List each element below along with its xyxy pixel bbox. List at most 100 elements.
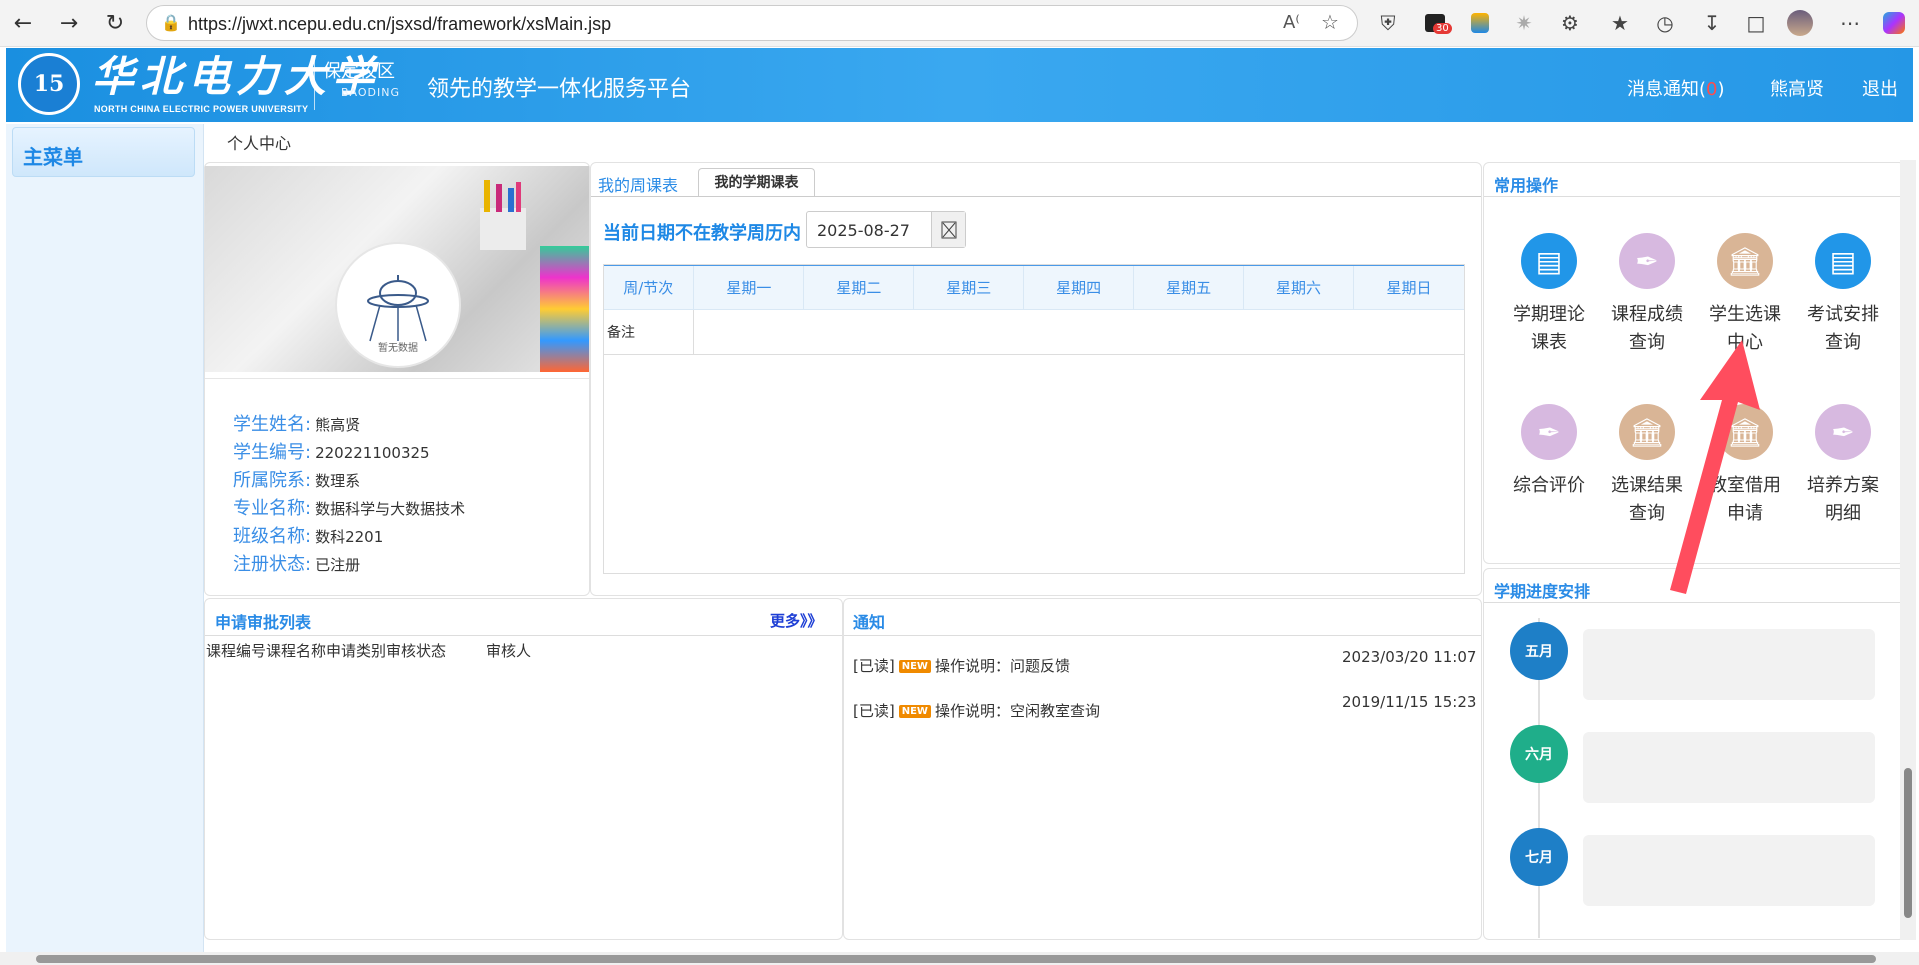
calendar-clear-icon[interactable] xyxy=(931,212,965,247)
quick-op-label: 学期理论 课表 xyxy=(1513,304,1585,353)
col-sunday: 星期日 xyxy=(1353,265,1466,310)
col-saturday: 星期六 xyxy=(1243,265,1354,310)
pen-cup-decoration xyxy=(480,180,526,250)
month-june: 六月 xyxy=(1510,725,1568,783)
bank-icon: 🏛 xyxy=(1619,404,1675,460)
extension-badge-count: 30 xyxy=(1433,23,1452,34)
messages-link[interactable]: 消息通知(0) xyxy=(1627,75,1725,101)
refresh-icon[interactable]: ↻ xyxy=(100,8,130,38)
favorite-star-icon[interactable]: ☆ xyxy=(1321,10,1339,34)
quick-op-item[interactable]: 🏛 学生选课 中心 xyxy=(1703,233,1787,357)
brand-english: NORTH CHINA ELECTRIC POWER UNIVERSITY xyxy=(94,104,309,114)
notice-date: 2023/03/20 11:07 xyxy=(1342,648,1477,666)
tab-weekly-schedule[interactable]: 我的周课表 xyxy=(598,172,678,196)
bank-icon: 🏛 xyxy=(1717,404,1773,460)
quill-icon: ✒ xyxy=(1815,404,1871,460)
tab-term-schedule[interactable]: 我的学期课表 xyxy=(698,168,815,197)
copilot-icon[interactable] xyxy=(1880,9,1908,37)
month-july: 七月 xyxy=(1510,828,1568,886)
puzzle-icon[interactable]: ⚙ xyxy=(1556,9,1584,37)
quill-icon: ✒ xyxy=(1521,404,1577,460)
more-menu-icon[interactable]: ⋯ xyxy=(1836,9,1864,37)
notice-status: [已读] xyxy=(853,702,895,720)
quick-op-label: 考试安排 查询 xyxy=(1807,304,1879,353)
header-divider xyxy=(314,58,315,110)
quick-ops-title: 常用操作 xyxy=(1494,176,1559,195)
notice-item[interactable]: [已读] NEW 操作说明：问题反馈 xyxy=(853,655,1070,676)
vertical-scroll-thumb[interactable] xyxy=(1904,768,1912,918)
col-thursday: 星期四 xyxy=(1023,265,1135,310)
month-july-card xyxy=(1583,835,1875,906)
info-row-status: 注册状态: 已注册 xyxy=(233,554,361,575)
back-icon[interactable]: ← xyxy=(8,8,38,38)
breadcrumb: 个人中心 xyxy=(227,134,292,153)
bank-icon: 🏛 xyxy=(1717,233,1773,289)
quick-op-item[interactable]: ✒ 课程成绩 查询 xyxy=(1605,233,1689,357)
quick-op-label: 教室借用 申请 xyxy=(1709,475,1781,524)
user-name-link[interactable]: 熊高贤 xyxy=(1770,75,1824,101)
messages-count: 0 xyxy=(1706,79,1718,100)
sidebar: 主菜单 xyxy=(6,124,204,952)
quick-op-item[interactable]: ▤ 考试安排 查询 xyxy=(1801,233,1885,357)
term-progress-title: 学期进度安排 xyxy=(1494,582,1591,601)
university-logo: 15 xyxy=(18,53,80,115)
calendar-notice: 当前日期不在教学周历内 xyxy=(603,223,801,244)
notice-date: 2019/11/15 15:23 xyxy=(1342,693,1477,711)
notice-item[interactable]: [已读] NEW 操作说明：空闲教室查询 xyxy=(853,700,1100,721)
favorites-icon[interactable]: ★ xyxy=(1606,9,1634,37)
new-badge: NEW xyxy=(898,660,931,673)
info-row-department: 所属院系: 数理系 xyxy=(233,470,361,491)
col-reviewer: 审核人 xyxy=(486,642,532,660)
main-menu-button[interactable]: 主菜单 xyxy=(12,127,195,177)
screenshot-icon[interactable]: □ xyxy=(1742,9,1770,37)
info-row-name: 学生姓名: 熊高贤 xyxy=(233,414,361,435)
logout-link[interactable]: 退出 xyxy=(1862,75,1898,101)
message-icon: ▤ xyxy=(1521,233,1577,289)
table-row: 备注 xyxy=(603,309,1465,355)
message-icon: ▤ xyxy=(1815,233,1871,289)
approval-more-link[interactable]: 更多》》 xyxy=(770,610,823,631)
remark-cell xyxy=(693,309,1465,355)
approval-title: 申请审批列表 xyxy=(215,613,312,632)
info-row-class: 班级名称: 数科2201 xyxy=(233,526,384,547)
quick-op-item[interactable]: 🏛 教室借用 申请 xyxy=(1703,404,1787,528)
quick-ops-divider xyxy=(1484,196,1904,197)
platform-slogan: 领先的教学一体化服务平台 xyxy=(427,77,692,102)
profile-avatar-icon[interactable] xyxy=(1786,9,1814,37)
history-icon[interactable]: ◷ xyxy=(1651,9,1679,37)
quick-op-label: 选课结果 查询 xyxy=(1611,475,1683,524)
quick-op-item[interactable]: ▤ 学期理论 课表 xyxy=(1507,233,1591,357)
read-aloud-icon[interactable]: A⁽ xyxy=(1283,12,1300,33)
quick-op-item[interactable]: 🏛 选课结果 查询 xyxy=(1605,404,1689,528)
month-may: 五月 xyxy=(1510,622,1568,680)
app-header: 15 华北电力大学 NORTH CHINA ELECTRIC POWER UNI… xyxy=(6,48,1913,122)
tab-underline xyxy=(591,196,1481,197)
col-monday: 星期一 xyxy=(693,265,805,310)
quick-op-label: 课程成绩 查询 xyxy=(1611,304,1683,353)
date-input[interactable]: 2025-08-27 xyxy=(806,211,966,248)
campus-english: BAODING xyxy=(341,86,401,99)
forward-icon[interactable]: → xyxy=(54,8,84,38)
wifi-icon[interactable]: ✷ xyxy=(1510,9,1538,37)
notices-divider xyxy=(844,635,1481,636)
quick-op-item[interactable]: ✒ 培养方案 明细 xyxy=(1801,404,1885,528)
quick-op-item[interactable]: ✒ 综合评价 xyxy=(1507,404,1591,500)
profile-banner: 暂无数据 xyxy=(205,166,589,372)
col-review-status: 审核状态 xyxy=(386,642,447,660)
shield-icon[interactable]: ⛨ xyxy=(1374,9,1402,37)
col-friday: 星期五 xyxy=(1133,265,1245,310)
col-period: 周/节次 xyxy=(603,265,695,310)
col-course-code: 课程编号 xyxy=(206,642,267,660)
address-bar[interactable]: 🔒 https://jwxt.ncepu.edu.cn/jsxsd/framew… xyxy=(146,5,1358,41)
horizontal-scroll-thumb[interactable] xyxy=(36,955,1876,963)
notice-text: 操作说明：空闲教室查询 xyxy=(934,702,1100,720)
extension-badge-icon[interactable]: 30 xyxy=(1421,9,1452,37)
term-progress-divider xyxy=(1484,602,1904,603)
approval-divider xyxy=(205,635,842,636)
col-apply-type: 申请类别 xyxy=(326,642,387,660)
quick-op-label: 综合评价 xyxy=(1513,475,1585,496)
sticky-notes-decoration xyxy=(540,246,589,372)
download-icon[interactable]: ↧ xyxy=(1698,9,1726,37)
main-menu-label: 主菜单 xyxy=(23,145,83,169)
colorful-extension-icon[interactable] xyxy=(1466,9,1494,37)
